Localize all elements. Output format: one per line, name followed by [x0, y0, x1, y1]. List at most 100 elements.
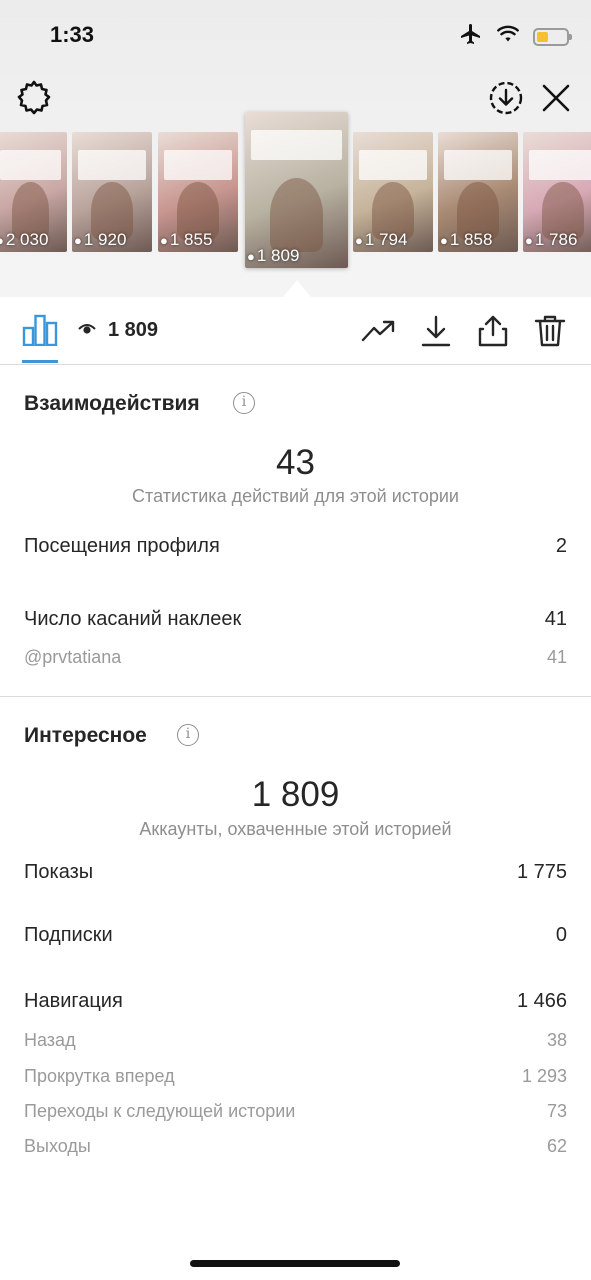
insights-tab[interactable] [22, 314, 58, 347]
story-view-count: ● 1 855 [158, 230, 238, 250]
row-label: Показы [24, 861, 94, 883]
story-view-count-value: 1 920 [83, 230, 127, 249]
row-label: Подписки [24, 924, 113, 946]
views-count: 1 809 [78, 319, 158, 342]
section-divider [0, 696, 591, 697]
story-caption-overlay [164, 150, 232, 180]
story-thumbnail[interactable]: ● 1 920 [72, 132, 152, 252]
active-tab-indicator [22, 360, 58, 363]
discovery-total: 1 809 [251, 775, 340, 814]
interactions-title: Взаимодействия [24, 392, 200, 415]
story-view-count-value: 1 794 [364, 230, 408, 249]
navigation-row: Навигация 1 466 [24, 990, 567, 1013]
story-view-count-value: 2 030 [5, 230, 49, 249]
story-view-count-value: 1 858 [449, 230, 493, 249]
share-button[interactable] [475, 313, 511, 349]
navigation-forward-row: Прокрутка вперед 1 293 [24, 1066, 567, 1087]
story-thumbnail-selected[interactable]: ● 1 809 [245, 112, 348, 268]
row-value: 41 [546, 647, 567, 667]
views-value: 1 809 [108, 319, 159, 341]
story-thumbnail[interactable]: ● 1 794 [353, 132, 433, 252]
story-carousel[interactable]: ●2 030●1 920●1 855●1 809●1 794●1 858●1 7… [0, 112, 591, 272]
story-caption-overlay [529, 150, 591, 180]
eye-icon: ● [247, 249, 255, 264]
eye-icon: ● [440, 233, 448, 248]
home-indicator [190, 1260, 400, 1267]
download-icon [421, 315, 451, 347]
eye-icon: ● [0, 233, 4, 248]
story-view-count: ● 1 794 [353, 230, 433, 250]
story-thumbnail[interactable]: ● 1 855 [158, 132, 238, 252]
trending-icon [361, 320, 395, 342]
story-caption-overlay [0, 150, 61, 180]
story-view-count: ● 1 920 [72, 230, 152, 250]
story-thumbnail[interactable]: ● 1 786 [523, 132, 591, 252]
delete-button[interactable] [532, 313, 568, 349]
story-figure [269, 177, 324, 253]
follows-row: Подписки 0 [24, 924, 567, 947]
row-label: Посещения профиля [24, 535, 220, 557]
story-view-count: ● 1 809 [245, 246, 348, 266]
discovery-info-icon[interactable]: i [177, 724, 199, 746]
row-value: 2 [555, 535, 567, 557]
interactions-info-icon[interactable]: i [233, 392, 255, 414]
airplane-icon [459, 22, 483, 51]
story-caption-overlay [359, 150, 427, 180]
row-label: Число касаний наклеек [24, 608, 242, 630]
insights-toolbar: 1 809 [0, 297, 591, 365]
download-button[interactable] [418, 313, 454, 349]
sticker-mention-row: @prvtatiana 41 [24, 647, 567, 668]
close-icon [542, 84, 570, 112]
row-value: 1 775 [516, 861, 567, 883]
interactions-total: 43 [276, 443, 315, 482]
story-thumbnail[interactable]: ●2 030 [0, 132, 67, 252]
row-value: 1 293 [521, 1066, 567, 1086]
row-value: 1 466 [516, 990, 567, 1012]
discovery-title: Интересное [24, 724, 147, 747]
delete-icon [534, 315, 566, 347]
eye-icon: ● [74, 233, 82, 248]
interactions-caption: Статистика действий для этой истории [132, 486, 459, 506]
row-value: 41 [544, 608, 567, 630]
story-view-count: ●2 030 [0, 230, 67, 250]
row-label: Выходы [24, 1136, 91, 1156]
row-label: Назад [24, 1030, 76, 1050]
status-icons [459, 22, 572, 51]
selected-story-pointer [283, 280, 311, 297]
battery-level [537, 31, 549, 42]
row-value: 62 [546, 1136, 567, 1156]
story-view-count-value: 1 855 [169, 230, 213, 249]
eye-icon [78, 319, 96, 342]
row-label: @prvtatiana [24, 647, 122, 667]
row-label: Навигация [24, 990, 123, 1012]
status-bar: 1:33 [0, 0, 591, 70]
eye-icon: ● [355, 233, 363, 248]
eye-icon: ● [525, 233, 533, 248]
story-thumbnail[interactable]: ● 1 858 [438, 132, 518, 252]
story-view-count: ● 1 786 [523, 230, 591, 250]
story-caption-overlay [444, 150, 512, 180]
trending-button[interactable] [361, 313, 397, 349]
impressions-row: Показы 1 775 [24, 861, 567, 884]
profile-visits-row: Посещения профиля 2 [24, 535, 567, 558]
share-icon [478, 315, 508, 347]
navigation-exits-row: Выходы 62 [24, 1136, 567, 1157]
sticker-taps-row: Число касаний наклеек 41 [24, 608, 567, 631]
insights-bar-icon [22, 314, 58, 347]
story-view-count-value: 1 786 [534, 230, 578, 249]
navigation-next-story-row: Переходы к следующей истории 73 [24, 1101, 567, 1122]
row-label: Прокрутка вперед [24, 1066, 175, 1086]
row-label: Переходы к следующей истории [24, 1101, 296, 1121]
story-view-count: ● 1 858 [438, 230, 518, 250]
row-value: 38 [546, 1030, 567, 1050]
close-button[interactable] [538, 80, 574, 116]
navigation-back-row: Назад 38 [24, 1030, 567, 1051]
row-value: 0 [555, 924, 567, 946]
discovery-caption: Аккаунты, охваченные этой историей [139, 819, 452, 839]
story-view-count-value: 1 809 [256, 246, 300, 265]
story-caption-overlay [251, 130, 342, 160]
status-time: 1:33 [50, 22, 95, 47]
story-caption-overlay [78, 150, 146, 180]
eye-icon: ● [160, 233, 168, 248]
wifi-icon [497, 25, 519, 48]
